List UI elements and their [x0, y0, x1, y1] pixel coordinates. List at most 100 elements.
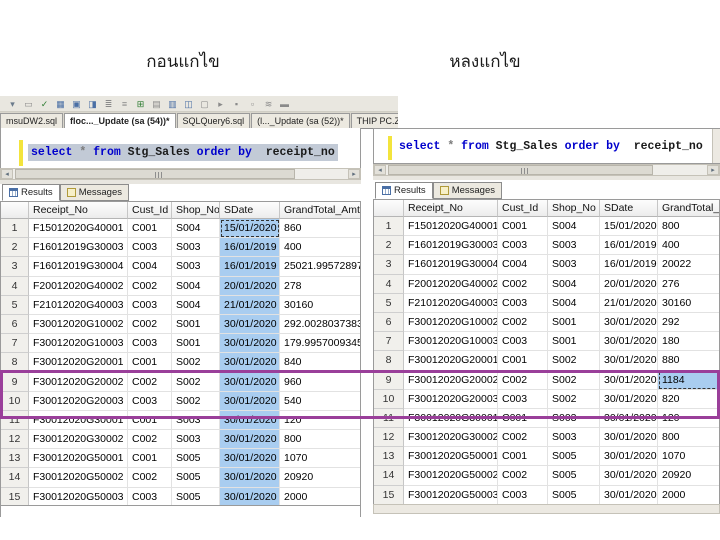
grid-cell[interactable]: S005: [548, 485, 600, 504]
row-number-cell[interactable]: 4: [1, 276, 29, 296]
list-icon[interactable]: ≣: [102, 98, 115, 110]
grid-cell[interactable]: 540: [280, 392, 360, 411]
grid-cell[interactable]: S001: [548, 312, 600, 333]
row-number-cell[interactable]: 8: [1, 353, 29, 373]
play-icon[interactable]: ▸: [214, 98, 227, 110]
grid-cell[interactable]: 30/01/2020: [600, 485, 658, 504]
grid-cell[interactable]: S004: [172, 219, 220, 239]
toolbar-icon[interactable]: ▬: [278, 98, 291, 110]
lines-icon[interactable]: ≡: [118, 98, 131, 110]
grid-cell[interactable]: F30012020G20001: [29, 353, 128, 373]
grid-cell[interactable]: S002: [548, 370, 600, 390]
grid-cell[interactable]: 30160: [658, 294, 719, 313]
grid-cell[interactable]: C002: [128, 276, 172, 296]
select-all-cell[interactable]: [374, 200, 404, 217]
grid-cell[interactable]: 30/01/2020: [600, 466, 658, 486]
scrollbar-thumb[interactable]: [388, 165, 653, 175]
grid-cell[interactable]: S002: [172, 353, 220, 373]
grid-cell[interactable]: 20920: [658, 466, 719, 486]
grid-cell[interactable]: F30012020G10003: [29, 334, 128, 354]
grid-cell[interactable]: C002: [128, 430, 172, 450]
grid-cell[interactable]: 20/01/2020: [220, 276, 280, 296]
row-number-cell[interactable]: 6: [374, 312, 404, 333]
scroll-left-icon[interactable]: ◂: [374, 165, 386, 175]
row-number-cell[interactable]: 3: [1, 257, 29, 277]
grid-cell[interactable]: 16/01/2019: [600, 255, 658, 275]
grid-cell[interactable]: S003: [172, 410, 220, 431]
grid-cell[interactable]: S005: [172, 449, 220, 469]
scroll-right-icon[interactable]: ▸: [707, 165, 719, 175]
grid-cell[interactable]: C003: [498, 485, 548, 504]
grid-cell[interactable]: S003: [548, 408, 600, 429]
grid-cell[interactable]: S001: [172, 334, 220, 354]
dropdown-icon[interactable]: ▾: [6, 98, 19, 110]
row-number-cell[interactable]: 11: [1, 410, 29, 431]
grid-cell[interactable]: C002: [498, 428, 548, 448]
grid-cell[interactable]: S005: [548, 447, 600, 467]
grid-cell[interactable]: C002: [128, 314, 172, 335]
grid-cell[interactable]: 20920: [280, 468, 360, 488]
grid-cell[interactable]: 20/01/2020: [600, 274, 658, 294]
column-header-SDate[interactable]: SDate: [220, 202, 280, 219]
row-number-cell[interactable]: 10: [1, 391, 29, 411]
row-number-cell[interactable]: 14: [1, 468, 29, 488]
grid-cell[interactable]: 30/01/2020: [600, 408, 658, 429]
grid-cell[interactable]: 120: [280, 411, 360, 431]
grid-cell[interactable]: 120: [658, 409, 719, 429]
grid-cell[interactable]: F30012020G50003: [404, 485, 498, 504]
grid-cell[interactable]: 800: [658, 217, 719, 237]
grid-cell[interactable]: 30/01/2020: [220, 410, 280, 431]
grid-cell[interactable]: 20022: [658, 255, 719, 275]
row-number-cell[interactable]: 15: [1, 487, 29, 505]
grid-cell[interactable]: F30012020G30002: [29, 430, 128, 450]
grid-cell[interactable]: 292: [658, 313, 719, 333]
grid-cell[interactable]: F30012020G20001: [404, 351, 498, 371]
grid-cell[interactable]: 30/01/2020: [600, 332, 658, 352]
grid-cell[interactable]: 880: [658, 351, 719, 371]
scrollbar-track[interactable]: [13, 169, 348, 179]
grid-cell[interactable]: S001: [172, 314, 220, 335]
grid-cell[interactable]: C002: [498, 274, 548, 294]
grid-cell[interactable]: 2000: [658, 486, 719, 504]
grid-cell[interactable]: 30/01/2020: [220, 449, 280, 469]
grid-cell[interactable]: F20012020G40002: [29, 276, 128, 296]
grid-cell[interactable]: S004: [172, 295, 220, 315]
grid-cell[interactable]: S004: [548, 217, 600, 237]
row-number-cell[interactable]: 1: [1, 219, 29, 239]
tab-results[interactable]: Results: [375, 182, 433, 199]
file-tab-1[interactable]: floc..._Update (sa (54))*: [64, 113, 176, 128]
grid-cell[interactable]: F30012020G50001: [404, 447, 498, 467]
toolbar-icon[interactable]: ▪: [230, 98, 243, 110]
row-number-cell[interactable]: 9: [1, 372, 29, 392]
grid-cell[interactable]: F30012020G50001: [29, 449, 128, 469]
grid-cell[interactable]: F15012020G40001: [29, 219, 128, 239]
grid-cell[interactable]: 30/01/2020: [600, 447, 658, 467]
grid-cell[interactable]: S003: [172, 257, 220, 277]
grid-cell[interactable]: 30/01/2020: [220, 487, 280, 505]
grid-cell[interactable]: 278: [280, 277, 360, 296]
grid-cell[interactable]: F30012020G10002: [404, 312, 498, 333]
grid-cell[interactable]: 30/01/2020: [600, 312, 658, 333]
grid-cell[interactable]: 16/01/2019: [220, 238, 280, 258]
grid-cell[interactable]: F30012020G30001: [29, 410, 128, 431]
grid-cell[interactable]: 30/01/2020: [220, 334, 280, 354]
grid-cell[interactable]: 30/01/2020: [220, 468, 280, 488]
grid-cell[interactable]: S004: [172, 276, 220, 296]
grid-cell[interactable]: S003: [172, 238, 220, 258]
grid-cell[interactable]: F30012020G50002: [404, 466, 498, 486]
grid-cell[interactable]: 30/01/2020: [600, 351, 658, 371]
grid-cell[interactable]: 30/01/2020: [220, 430, 280, 450]
row-number-cell[interactable]: 12: [374, 428, 404, 448]
right-grid-hscrollbar[interactable]: [373, 504, 720, 514]
column-header-SDate[interactable]: SDate: [600, 200, 658, 217]
grid-cell[interactable]: F20012020G40002: [404, 274, 498, 294]
grid-cell[interactable]: C003: [128, 295, 172, 315]
grid-cell[interactable]: 25021.995728972: [280, 257, 360, 277]
row-number-cell[interactable]: 13: [374, 447, 404, 467]
grid-cell[interactable]: 21/01/2020: [600, 293, 658, 313]
grid-cell[interactable]: F15012020G40001: [404, 217, 498, 237]
grid-cell[interactable]: C001: [128, 449, 172, 469]
toolbar-icon[interactable]: ▥: [166, 98, 179, 110]
row-number-cell[interactable]: 15: [374, 485, 404, 504]
grid-cell[interactable]: C002: [128, 372, 172, 392]
